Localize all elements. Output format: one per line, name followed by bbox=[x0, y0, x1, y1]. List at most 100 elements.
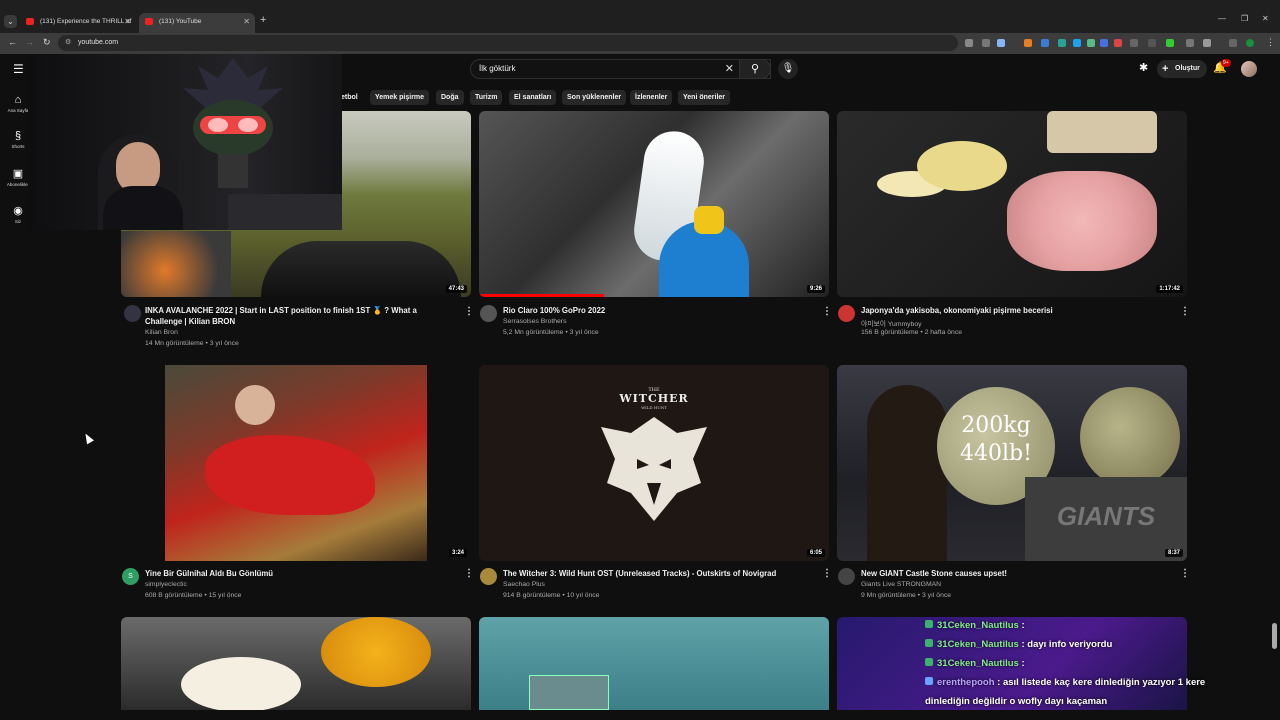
extension-icon[interactable] bbox=[1087, 39, 1095, 47]
maximize-icon[interactable]: ❐ bbox=[1241, 14, 1248, 23]
video-duration: 8:37 bbox=[1164, 549, 1183, 557]
chip-new-to-you[interactable]: Yeni öneriler bbox=[678, 90, 731, 105]
video-thumbnail[interactable]: 200kg 440lb! GIANTS 8:37 bbox=[837, 365, 1187, 561]
video-title[interactable]: Rio Claro 100% GoPro 2022 bbox=[503, 305, 813, 316]
video-title[interactable]: Japonya'da yakisoba, okonomiyaki pişirme… bbox=[861, 305, 1171, 316]
create-button[interactable]: + Oluştur bbox=[1157, 60, 1207, 78]
more-actions-icon[interactable]: ⋮ bbox=[1180, 568, 1190, 579]
channel-avatar[interactable]: S bbox=[122, 568, 139, 585]
channel-name[interactable]: Giants Live STRONGMAN bbox=[861, 581, 941, 588]
thumb-bowl-shape bbox=[1047, 111, 1157, 153]
chip-recently-uploaded[interactable]: Son yüklenenler bbox=[562, 90, 627, 105]
extension-icon[interactable] bbox=[965, 39, 973, 47]
chat-message: erenthepooh : asıl listede kaç kere dinl… bbox=[925, 673, 1275, 692]
mascot-figure-icon bbox=[183, 58, 283, 188]
thumb-witcher-sub: WILD HUNT bbox=[641, 405, 667, 410]
voice-search-icon[interactable]: 🎙 bbox=[778, 59, 798, 79]
video-duration: 6:05 bbox=[806, 549, 825, 557]
channel-avatar[interactable] bbox=[838, 568, 855, 585]
webcam-desk-shape bbox=[228, 194, 342, 230]
more-actions-icon[interactable]: ⋮ bbox=[822, 568, 832, 579]
video-thumbnail[interactable] bbox=[479, 617, 829, 710]
forward-icon[interactable]: → bbox=[25, 37, 34, 47]
address-bar[interactable]: ⚙ youtube.com bbox=[58, 35, 958, 51]
video-thumbnail[interactable]: 1:17:42 bbox=[837, 111, 1187, 297]
channel-name[interactable]: Kilian Bron bbox=[145, 329, 178, 336]
screen: ⌄ (131) Experience the THRILL of ✕ (131)… bbox=[0, 0, 1280, 720]
chat-text: : dayı info veriyordu bbox=[1018, 639, 1113, 650]
chip-tourism[interactable]: Turizm bbox=[470, 90, 503, 105]
search-input[interactable]: İlk göktürk ✕ ⚲ bbox=[470, 59, 771, 79]
extension-icon[interactable] bbox=[1186, 39, 1194, 47]
extension-icon[interactable] bbox=[1148, 39, 1156, 47]
thumb-handlebar-shape bbox=[261, 241, 461, 297]
chip-nature[interactable]: Doğa bbox=[436, 90, 464, 105]
create-label: Oluştur bbox=[1175, 65, 1200, 72]
channel-name[interactable]: simplyeclectic bbox=[145, 581, 187, 588]
extension-icon[interactable] bbox=[1058, 39, 1066, 47]
channel-name[interactable]: 야미보이 Yummyboy bbox=[861, 318, 922, 328]
new-tab-button[interactable]: + bbox=[260, 14, 266, 26]
close-tab-icon[interactable]: ✕ bbox=[243, 13, 250, 31]
browser-tab-1[interactable]: (131) Experience the THRILL of ✕ bbox=[20, 13, 136, 33]
browser-tab-title: (131) Experience the THRILL of bbox=[40, 18, 132, 25]
browser-menu-icon[interactable]: ⋮ bbox=[1266, 37, 1275, 48]
video-thumbnail[interactable]: 3:24 bbox=[121, 365, 471, 561]
more-actions-icon[interactable]: ⋮ bbox=[464, 568, 474, 579]
search-query: İlk göktürk bbox=[479, 64, 516, 73]
channel-avatar[interactable] bbox=[124, 305, 141, 322]
site-info-icon[interactable]: ⚙ bbox=[65, 35, 71, 51]
extension-icon[interactable] bbox=[1130, 39, 1138, 47]
extensions-puzzle-icon[interactable] bbox=[1203, 39, 1211, 47]
extension-icon[interactable] bbox=[982, 39, 990, 47]
more-actions-icon[interactable]: ⋮ bbox=[822, 306, 832, 317]
more-actions-icon[interactable]: ⋮ bbox=[464, 306, 474, 317]
extension-icon[interactable] bbox=[1166, 39, 1174, 47]
chip-watched[interactable]: İzlenenler bbox=[630, 90, 673, 105]
page-scrollbar[interactable] bbox=[1272, 623, 1277, 649]
video-title[interactable]: The Witcher 3: Wild Hunt OST (Unreleased… bbox=[503, 568, 813, 579]
reload-icon[interactable]: ↻ bbox=[43, 37, 51, 48]
clear-search-icon[interactable]: ✕ bbox=[725, 60, 734, 78]
thumb-building-shape bbox=[529, 675, 609, 710]
extension-icon[interactable] bbox=[1024, 39, 1032, 47]
settings-icon[interactable]: ✱ bbox=[1139, 61, 1148, 74]
channel-avatar[interactable] bbox=[838, 305, 855, 322]
chat-message-continued: dinlediğin değildir o wofly dayı kaçaman bbox=[925, 692, 1275, 711]
back-icon[interactable]: ← bbox=[8, 37, 17, 47]
channel-avatar[interactable] bbox=[480, 305, 497, 322]
extension-icon[interactable] bbox=[1100, 39, 1108, 47]
more-actions-icon[interactable]: ⋮ bbox=[1180, 306, 1190, 317]
search-button[interactable]: ⚲ bbox=[739, 59, 771, 79]
video-title[interactable]: Yine Bir Gülnihal Aldı Bu Gönlümü bbox=[145, 568, 455, 579]
video-title[interactable]: New GIANT Castle Stone causes upset! bbox=[861, 568, 1171, 579]
video-meta: 14 Mn görüntüleme • 3 yıl önce bbox=[145, 340, 239, 347]
webcam-body-shape bbox=[103, 186, 183, 230]
chip-crafts[interactable]: El sanatları bbox=[509, 90, 557, 105]
tab-search-button[interactable]: ⌄ bbox=[4, 15, 17, 28]
video-thumbnail[interactable]: THE WITCHER WILD HUNT 6:05 bbox=[479, 365, 829, 561]
video-thumbnail[interactable]: 9:26 bbox=[479, 111, 829, 297]
account-avatar[interactable] bbox=[1241, 61, 1257, 77]
downloads-icon[interactable] bbox=[1229, 39, 1237, 47]
extension-icon[interactable] bbox=[1041, 39, 1049, 47]
menu-icon[interactable]: ☰ bbox=[13, 62, 24, 76]
video-thumbnail[interactable] bbox=[121, 617, 471, 710]
browser-tab-2[interactable]: (131) YouTube ✕ bbox=[139, 13, 255, 33]
extension-icon[interactable] bbox=[1073, 39, 1081, 47]
channel-avatar[interactable] bbox=[480, 568, 497, 585]
chip-cooking[interactable]: Yemek pişirme bbox=[370, 90, 430, 105]
profile-icon[interactable] bbox=[1246, 39, 1254, 47]
browser-toolbar: ← → ↻ ⚙ youtube.com ⋮ bbox=[0, 33, 1280, 54]
video-duration: 9:26 bbox=[806, 285, 825, 293]
video-title[interactable]: INKA AVALANCHE 2022 | Start in LAST posi… bbox=[145, 305, 455, 327]
minimize-icon[interactable]: — bbox=[1218, 14, 1226, 23]
channel-name[interactable]: Serrasolses Brothers bbox=[503, 318, 566, 325]
extension-icon[interactable] bbox=[1114, 39, 1122, 47]
youtube-favicon-icon bbox=[26, 18, 34, 25]
chat-message: 31Ceken_Nautilus : dayı info veriyordu bbox=[925, 635, 1275, 654]
window-close-icon[interactable]: ✕ bbox=[1262, 14, 1269, 23]
channel-name[interactable]: Saechao Plus bbox=[503, 581, 545, 588]
close-tab-icon[interactable]: ✕ bbox=[124, 13, 131, 31]
bookmark-star-icon[interactable] bbox=[997, 39, 1005, 47]
